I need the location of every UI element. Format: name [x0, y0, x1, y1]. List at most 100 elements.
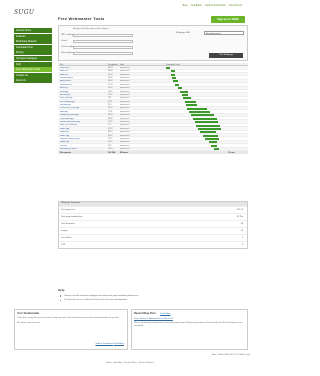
download-time-bar: [202, 134, 219, 137]
test-webpage-button[interactable]: Test Webpage: [209, 53, 243, 58]
download-time-bar: [200, 131, 216, 134]
download-time-bar: [196, 124, 220, 127]
testimonials-box: Your Testimonials I have been using this…: [14, 309, 128, 350]
top-link-feedback[interactable]: Feedback: [191, 4, 202, 7]
results-table: File Size(bytes) Host Download Time www.…: [58, 63, 248, 155]
summary-row: CSS 3: [59, 240, 247, 248]
sidebar-item-home[interactable]: Internet Home: [14, 28, 52, 33]
download-time-bar: [173, 80, 178, 83]
sidebar-item-features[interactable]: Features: [14, 33, 52, 39]
form-row-label: Check: [61, 40, 68, 42]
download-time-bar: [190, 114, 215, 117]
download-time-bar: [170, 70, 175, 73]
logo[interactable]: SUGU: [14, 9, 34, 16]
sidebar: Internet Home Features Monitoring Networ…: [14, 28, 52, 84]
download-time-bar: [187, 107, 208, 110]
webpage-url-label: Webpage URL: [176, 31, 191, 34]
sidebar-item-faq[interactable]: FAQ: [14, 61, 52, 67]
summary-row: Total page loading time 32.78s: [59, 212, 247, 220]
bottom-links: Home · Site Map · Privacy Policy · Terms…: [106, 362, 154, 364]
summary-label: Total Requests: [61, 222, 75, 225]
form-description: Analyze full web page and its objects: [73, 28, 109, 30]
blog-post-link[interactable]: Topic: Station 1 Maintenance on March 28: [132, 318, 247, 321]
download-time-bar: [172, 77, 177, 80]
top-link-tell-friend[interactable]: Tell a Friend: [229, 4, 242, 7]
download-time-bar: [177, 87, 183, 90]
download-time-bar: [166, 66, 170, 69]
help-section: Help Uncheck this tab to load the webpag…: [58, 288, 248, 302]
download-time-bar: [184, 100, 196, 103]
summary-label: Images: [61, 229, 68, 232]
total-requests: 28 requests: [60, 151, 72, 154]
read-more-testimonials-link[interactable]: Read More: [114, 343, 124, 345]
check-endpoint-input[interactable]: [73, 46, 133, 50]
summary-row: Total page size 102.74: [59, 205, 247, 213]
top-link-testimonial[interactable]: Submit Testimonial: [205, 4, 225, 7]
help-item: Uncheck this tab to load the webpage and…: [58, 295, 248, 298]
download-time-bar: [186, 104, 198, 107]
download-time-bar: [197, 127, 222, 130]
sidebar-item-tools[interactable]: Free Webmaster Tools: [14, 67, 52, 73]
blog-read-more-link[interactable]: Read More: [160, 313, 170, 315]
download-time-bar: [180, 90, 188, 93]
check-input[interactable]: [73, 40, 133, 44]
download-time-bar: [208, 141, 217, 144]
bottom-link-privacy[interactable]: Privacy Policy: [124, 362, 137, 364]
summary-row: Images 19: [59, 226, 247, 234]
summary-row: Total Requests 28: [59, 219, 247, 227]
download-time-bar: [211, 144, 218, 147]
client-options-input[interactable]: [73, 52, 133, 56]
help-title: Help: [58, 288, 65, 292]
summary-label: CSS: [61, 243, 66, 246]
summary-row: Java Script 2: [59, 233, 247, 241]
total-size: 102 334: [108, 151, 116, 154]
help-item: The time the test is run reflects the ti…: [58, 299, 248, 302]
download-time-bar: [205, 138, 220, 141]
summary-value: 19: [240, 229, 243, 232]
download-time-bar: [192, 117, 218, 120]
bottom-link-sitemap[interactable]: Site Map: [114, 362, 122, 364]
download-time-bar: [175, 83, 180, 86]
download-time-bar: [171, 73, 176, 76]
sidebar-item-contact[interactable]: Contact Us: [14, 72, 52, 78]
main-content: Free Webmaster Tools Sign up for FREE An…: [58, 16, 248, 302]
sidebar-item-about[interactable]: About Us: [14, 78, 52, 84]
download-time-bar: [194, 121, 219, 124]
download-time-bar: [189, 110, 210, 113]
summary-label: Java Script: [61, 236, 72, 239]
url-lookup-input[interactable]: [73, 34, 133, 38]
testimonial-text: I have been using this service for quite…: [17, 317, 120, 320]
form-row-label: URL Lookup: [61, 34, 74, 36]
summary-label: Total page size: [61, 208, 75, 211]
blog-post-text: We are performing maintenance on our mon…: [134, 322, 243, 327]
top-links: Blog Feedback Submit Testimonial Tell a …: [180, 4, 242, 8]
summary-value: 102.74: [236, 208, 243, 211]
summary-label: Total page loading time: [61, 215, 83, 218]
bottom-link-terms[interactable]: Terms of Service: [138, 362, 153, 364]
top-link-blog[interactable]: Blog: [183, 4, 188, 7]
copyright: Mon, 24 Mar 2008 23:57:22 +0000 | copy: [211, 354, 250, 356]
summary-value: 2: [241, 236, 243, 239]
test-form: Analyze full web page and its objects We…: [58, 25, 248, 61]
sidebar-item-network[interactable]: Monitoring Network: [14, 39, 52, 45]
submit-testimonial-link[interactable]: Submit Testimonial: [95, 343, 112, 345]
summary-value: 3: [241, 243, 243, 246]
sidebar-item-pricing[interactable]: Pricing: [14, 50, 52, 56]
sidebar-item-tour[interactable]: Automated Tour: [14, 44, 52, 50]
webpage-url-input[interactable]: http://www.xxx.tt: [204, 31, 244, 35]
blog-box: Recent Blog Post Read More Topic: Statio…: [131, 309, 248, 350]
blog-title: Recent Blog Post Read More: [134, 312, 171, 315]
signup-button[interactable]: Sign up for FREE: [211, 16, 245, 23]
results-body: www.xxx.tt 9874 www.xxx.tt style.css 9834 www…: [58, 66, 248, 151]
webpage-summary: Webpage Summary Total page size 102.74 T…: [58, 201, 248, 249]
total-time: 3.3 sec: [228, 151, 235, 154]
download-time-bar: [214, 148, 220, 151]
sidebar-item-compare[interactable]: Compare Packages: [14, 55, 52, 61]
download-time-bar: [183, 97, 191, 100]
bottom-link-home[interactable]: Home: [106, 362, 112, 364]
summary-value: 28: [240, 222, 243, 225]
total-hosts: 28 hosts: [120, 151, 129, 154]
summary-value: 32.78s: [236, 215, 243, 218]
download-time-bar: [181, 94, 188, 96]
results-total-row: 28 requests 102 334 28 hosts 3.3 sec: [58, 150, 248, 155]
